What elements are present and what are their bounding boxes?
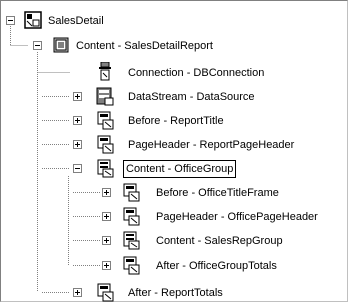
frame-icon (122, 182, 140, 202)
group-icon (96, 158, 114, 178)
tree-node-label[interactable]: After - ReportTotals (126, 285, 225, 301)
tree-node-label[interactable]: Content - SalesRepGroup (154, 233, 285, 249)
tree-node-label-selected[interactable]: Content - OfficeGroup (123, 160, 237, 178)
expand-toggle[interactable] (73, 288, 82, 297)
expand-toggle[interactable] (73, 140, 82, 149)
expand-toggle[interactable] (102, 212, 111, 221)
tree-node-label[interactable]: SalesDetail (46, 13, 106, 29)
frame-icon (96, 134, 114, 154)
collapse-toggle[interactable] (6, 16, 15, 25)
frame-icon (96, 110, 114, 130)
frame-icon (96, 282, 114, 302)
tree-node-label[interactable]: Content - SalesDetailReport (74, 38, 215, 54)
expand-toggle[interactable] (73, 116, 82, 125)
frame-icon (122, 255, 140, 275)
collapse-toggle[interactable] (33, 41, 42, 50)
tree-node-label[interactable]: After - OfficeGroupTotals (154, 258, 279, 274)
collapse-toggle[interactable] (73, 164, 82, 173)
expand-toggle[interactable] (102, 261, 111, 270)
group-icon (52, 36, 70, 54)
frame-icon (122, 206, 140, 226)
connection-icon (96, 61, 114, 81)
tree-node-label[interactable]: PageHeader - OfficePageHeader (154, 209, 320, 225)
expand-toggle[interactable] (102, 188, 111, 197)
datastream-icon (96, 86, 114, 106)
expand-toggle[interactable] (102, 236, 111, 245)
expand-toggle[interactable] (73, 92, 82, 101)
report-icon (24, 11, 42, 29)
tree-node-label[interactable]: Before - ReportTitle (126, 113, 226, 129)
group-icon (122, 230, 140, 250)
tree-node-label[interactable]: Before - OfficeTitleFrame (154, 185, 281, 201)
tree-node-label[interactable]: DataStream - DataSource (126, 89, 257, 105)
tree-node-label[interactable]: PageHeader - ReportPageHeader (126, 137, 296, 153)
tree-node-label[interactable]: Connection - DBConnection (126, 65, 266, 81)
